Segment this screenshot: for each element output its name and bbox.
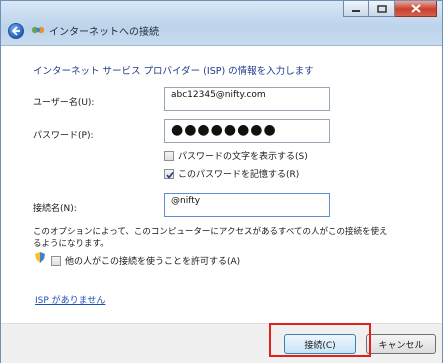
- username-label: ユーザー名(U):: [33, 98, 95, 108]
- connection-name-label: 接続名(N):: [33, 204, 77, 214]
- show-password-label: パスワードの文字を表示する(S): [178, 152, 308, 162]
- no-isp-link[interactable]: ISP がありません: [35, 293, 105, 306]
- remember-password-checkbox[interactable]: [164, 168, 174, 179]
- form-heading: インターネット サービス プロバイダー (ISP) の情報を入力します: [33, 66, 314, 77]
- title-divider: [1, 45, 442, 46]
- uac-shield-icon: [35, 252, 45, 263]
- allow-others-checkbox[interactable]: [51, 255, 61, 266]
- minimize-button[interactable]: [343, 1, 369, 17]
- checkmark-icon: [166, 171, 174, 179]
- show-password-checkbox[interactable]: [164, 150, 174, 161]
- remember-password-option[interactable]: このパスワードを記憶する(R): [164, 167, 299, 180]
- maximize-button[interactable]: [369, 1, 395, 17]
- window-title: インターネットへの接続: [49, 27, 159, 38]
- password-input[interactable]: ●●●●●●●●: [164, 119, 330, 143]
- title-bar: インターネットへの接続: [1, 1, 442, 45]
- close-button[interactable]: [395, 1, 437, 17]
- username-input[interactable]: abc12345@nifty.com: [164, 87, 330, 111]
- back-arrow-icon: [11, 26, 20, 36]
- minimize-icon: [352, 9, 360, 12]
- back-button[interactable]: [8, 23, 24, 39]
- maximize-icon: [376, 4, 387, 13]
- show-password-option[interactable]: パスワードの文字を表示する(S): [164, 149, 308, 162]
- connect-button-highlight: [269, 323, 371, 357]
- close-icon: [410, 4, 421, 13]
- network-connection-icon: [31, 26, 45, 34]
- remember-password-label: このパスワードを記憶する(R): [178, 170, 300, 180]
- window-controls: [343, 1, 437, 18]
- sharing-note: このオプションによって、このコンピューターにアクセスがあるすべての人がこの接続を…: [33, 227, 388, 249]
- dialog-window: インターネットへの接続 インターネット サービス プロバイダー (ISP) の情…: [0, 0, 443, 363]
- cancel-button[interactable]: キャンセル: [366, 334, 436, 354]
- button-bar: 接続(C) キャンセル: [1, 323, 442, 363]
- allow-others-option[interactable]: 他の人がこの接続を使うことを許可する(A): [51, 254, 240, 267]
- connection-name-input[interactable]: @nifty: [164, 193, 330, 217]
- password-label: パスワード(P):: [33, 131, 94, 141]
- allow-others-label: 他の人がこの接続を使うことを許可する(A): [65, 257, 241, 267]
